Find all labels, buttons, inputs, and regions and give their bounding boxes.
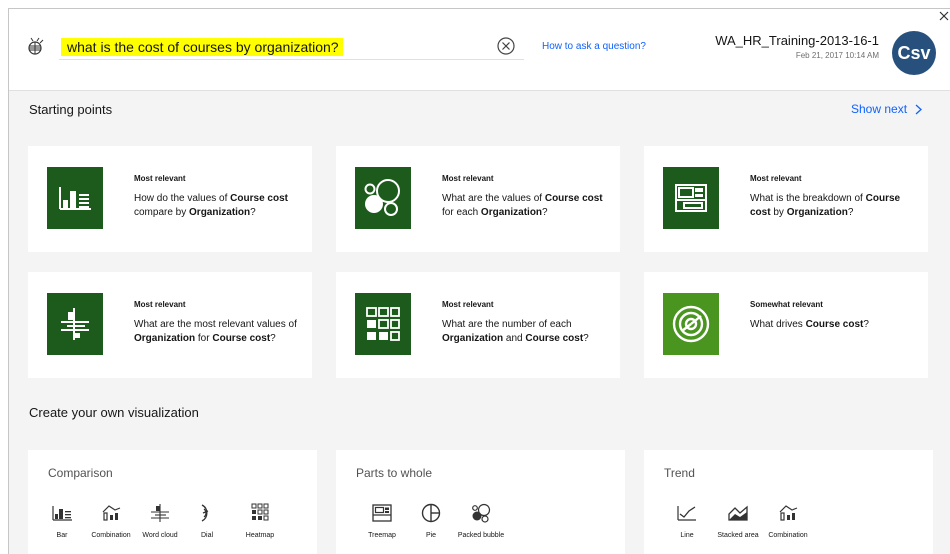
word-cloud-icon bbox=[151, 504, 169, 522]
viz-label: Packed bubble bbox=[457, 532, 505, 539]
bar-chart-tile bbox=[47, 167, 103, 229]
dataset-name: WA_HR_Training-2013-16-1 bbox=[715, 33, 879, 48]
dial-icon bbox=[201, 504, 209, 522]
show-next-label: Show next bbox=[851, 102, 908, 116]
panel-title: Parts to whole bbox=[356, 466, 433, 480]
panel-title: Trend bbox=[664, 466, 695, 480]
panel-title: Comparison bbox=[48, 466, 113, 480]
comparison-panel: Comparison Bar Combination Word cloud Di… bbox=[28, 450, 317, 554]
treemap-icon bbox=[372, 504, 392, 522]
word-cloud-tile bbox=[47, 293, 103, 355]
relevance-tag: Most relevant bbox=[134, 174, 186, 183]
viz-heatmap[interactable]: Heatmap bbox=[230, 502, 290, 540]
dataset-date: Feb 21, 2017 10:14 AM bbox=[795, 51, 879, 60]
card-question: What are the most relevant values of Org… bbox=[134, 319, 297, 344]
query-input[interactable]: what is the cost of courses by organizat… bbox=[59, 34, 524, 60]
card-question: What is the breakdown of Course cost by … bbox=[750, 193, 901, 218]
packed-bubble-icon bbox=[472, 503, 491, 523]
packed-bubble-tile bbox=[355, 167, 411, 229]
starting-points-title: Starting points bbox=[29, 102, 113, 117]
chevron-right-icon bbox=[915, 104, 923, 114]
starting-point-card[interactable]: Most relevant How do the values of Cours… bbox=[28, 146, 312, 252]
viz-label: Dial bbox=[200, 532, 214, 539]
driver-analysis-icon bbox=[672, 305, 710, 343]
viz-combination[interactable]: Combination bbox=[758, 502, 818, 540]
treemap-tile bbox=[663, 167, 719, 229]
starting-point-card[interactable]: Most relevant What are the values of Cou… bbox=[336, 146, 620, 252]
line-chart-icon bbox=[677, 506, 696, 521]
query-text: what is the cost of courses by organizat… bbox=[61, 38, 343, 56]
relevance-tag: Most relevant bbox=[442, 300, 494, 309]
bar-chart-icon bbox=[52, 506, 72, 521]
relevance-tag: Somewhat relevant bbox=[750, 300, 823, 309]
combination-chart-icon bbox=[779, 505, 798, 521]
viz-label: Combination bbox=[768, 532, 808, 539]
how-to-ask-link[interactable]: How to ask a question? bbox=[542, 41, 646, 52]
stacked-area-icon bbox=[728, 505, 748, 521]
show-next-button[interactable]: Show next bbox=[851, 102, 923, 116]
parts-to-whole-panel: Parts to whole Treemap Pie Packed bubble bbox=[336, 450, 625, 554]
relevance-tag: Most relevant bbox=[134, 300, 186, 309]
starting-point-card[interactable]: Most relevant What are the most relevant… bbox=[28, 272, 312, 378]
card-question: What are the values of Course cost for e… bbox=[442, 193, 603, 218]
treemap-icon bbox=[675, 184, 707, 212]
trend-panel: Trend Line Stacked area Combination bbox=[644, 450, 933, 554]
viz-packed-bubble[interactable]: Packed bubble bbox=[451, 502, 511, 540]
starting-point-card[interactable]: Somewhat relevant What drives Course cos… bbox=[644, 272, 928, 378]
heatmap-icon bbox=[251, 503, 269, 521]
dataset-avatar[interactable]: Csv bbox=[892, 31, 936, 75]
pie-chart-icon bbox=[421, 503, 441, 523]
viz-dial[interactable]: Dial bbox=[177, 502, 237, 540]
packed-bubble-icon bbox=[364, 179, 400, 216]
combination-chart-icon bbox=[102, 505, 121, 521]
relevance-tag: Most relevant bbox=[442, 174, 494, 183]
create-visualization-title: Create your own visualization bbox=[29, 405, 199, 420]
card-question: What are the number of each Organization… bbox=[442, 319, 589, 344]
bar-chart-icon bbox=[59, 187, 91, 210]
word-cloud-icon bbox=[61, 308, 89, 340]
heatmap-tile bbox=[355, 293, 411, 355]
clear-query-icon[interactable] bbox=[497, 37, 515, 55]
card-question: How do the values of Course cost compare… bbox=[134, 193, 288, 218]
assistant-panel: what is the cost of courses by organizat… bbox=[8, 8, 950, 554]
viz-label: Heatmap bbox=[245, 532, 275, 539]
watson-bee-icon bbox=[28, 37, 44, 55]
driver-analysis-tile bbox=[663, 293, 719, 355]
heatmap-icon bbox=[366, 307, 400, 341]
query-header: what is the cost of courses by organizat… bbox=[9, 9, 950, 91]
card-question: What drives Course cost? bbox=[750, 319, 869, 330]
close-icon[interactable] bbox=[938, 10, 950, 22]
starting-point-card[interactable]: Most relevant What are the number of eac… bbox=[336, 272, 620, 378]
relevance-tag: Most relevant bbox=[750, 174, 802, 183]
starting-point-card[interactable]: Most relevant What is the breakdown of C… bbox=[644, 146, 928, 252]
